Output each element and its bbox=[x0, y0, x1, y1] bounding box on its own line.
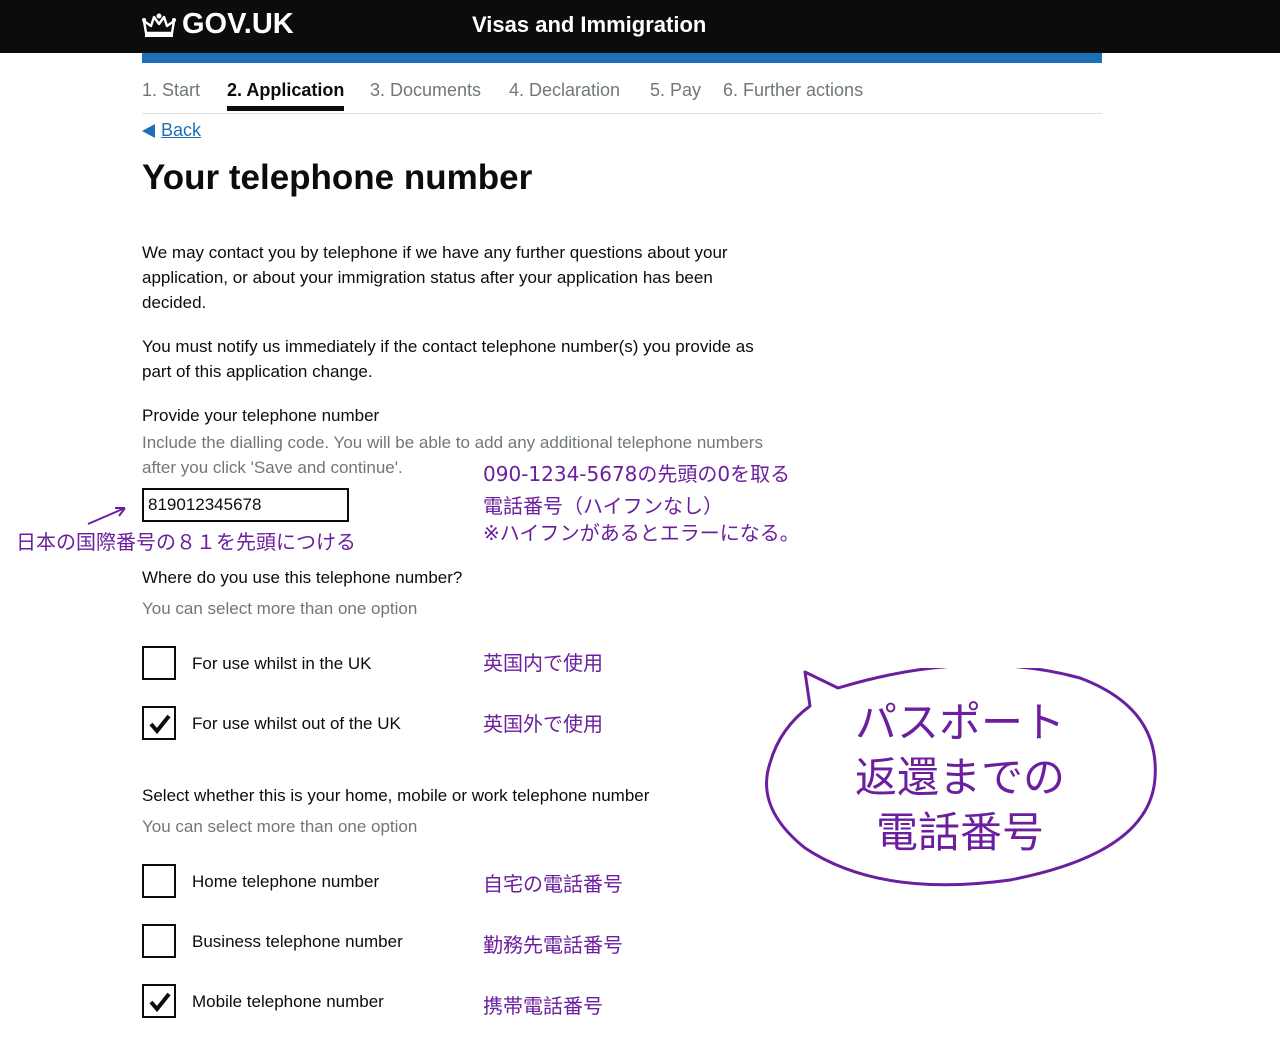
telephone-input-value: 819012345678 bbox=[148, 495, 262, 514]
intro-paragraph-1: We may contact you by telephone if we ha… bbox=[142, 240, 728, 315]
intro-p2-line1: You must notify us immediately if the co… bbox=[142, 337, 754, 356]
step-navigation: 1. Start 2. Application 3. Documents 4. … bbox=[142, 80, 1102, 114]
service-name[interactable]: Visas and Immigration bbox=[472, 12, 706, 38]
checkbox-home[interactable] bbox=[142, 864, 176, 898]
checkbox-in-uk-label[interactable]: For use whilst in the UK bbox=[192, 654, 372, 674]
back-link[interactable]: Back bbox=[142, 120, 201, 141]
phone-field-hint-line1: Include the dialling code. You will be a… bbox=[142, 433, 763, 452]
step-application[interactable]: 2. Application bbox=[227, 80, 345, 111]
crown-icon bbox=[142, 13, 176, 37]
checkbox-mobile[interactable] bbox=[142, 984, 176, 1018]
note-mobile: 携帯電話番号 bbox=[483, 994, 603, 1018]
checkbox-out-of-uk[interactable] bbox=[142, 706, 176, 740]
usage-question-label: Where do you use this telephone number? bbox=[142, 568, 463, 587]
step-start[interactable]: 1. Start bbox=[142, 80, 200, 101]
govuk-logo[interactable]: GOV.UK bbox=[142, 8, 294, 41]
bubble-line2: 返還までの bbox=[854, 753, 1065, 802]
header-blue-bar bbox=[142, 53, 1102, 63]
note-home: 自宅の電話番号 bbox=[483, 872, 623, 896]
number-note-line3: ※ハイフンがあるとエラーになる。 bbox=[483, 521, 800, 545]
type-question-hint: You can select more than one option bbox=[142, 817, 418, 836]
step-declaration: 4. Declaration bbox=[509, 80, 621, 100]
note-in-uk: 英国内で使用 bbox=[483, 651, 603, 675]
type-question-label: Select whether this is your home, mobile… bbox=[142, 786, 650, 805]
bubble-line1: パスポート bbox=[854, 698, 1065, 747]
intro-p1-line1: We may contact you by telephone if we ha… bbox=[142, 243, 728, 262]
step-documents: 3. Documents bbox=[370, 80, 482, 100]
checkbox-home-label[interactable]: Home telephone number bbox=[192, 872, 379, 892]
annotation-arrow-icon bbox=[87, 507, 126, 525]
telephone-input[interactable]: 819012345678 bbox=[142, 488, 349, 522]
checkbox-business-label[interactable]: Business telephone number bbox=[192, 932, 403, 952]
number-note-line2: 電話番号（ハイフンなし） bbox=[483, 494, 723, 518]
intro-p1-line3: decided. bbox=[142, 293, 207, 312]
number-note-line1: 090-1234-5678の先頭の0を取る bbox=[483, 462, 791, 486]
step-pay: 5. Pay bbox=[650, 80, 702, 100]
checkmark-icon bbox=[149, 992, 171, 1013]
checkmark-icon bbox=[149, 714, 171, 735]
phone-field-hint-line2: after you click 'Save and continue'. bbox=[142, 458, 403, 477]
note-business: 勤務先電話番号 bbox=[483, 933, 623, 957]
back-arrow-icon bbox=[142, 123, 155, 138]
intro-p2-line2: part of this application change. bbox=[142, 362, 373, 381]
usage-question-hint: You can select more than one option bbox=[142, 599, 418, 618]
back-label: Back bbox=[161, 120, 202, 140]
intro-paragraph-2: You must notify us immediately if the co… bbox=[142, 334, 754, 384]
govuk-header: GOV.UK Visas and Immigration bbox=[0, 0, 1280, 53]
step-further-actions: 6. Further actions bbox=[723, 80, 864, 100]
page-title: Your telephone number bbox=[142, 158, 533, 197]
checkbox-business[interactable] bbox=[142, 924, 176, 958]
bubble-text: パスポート 返還までの 電話番号 bbox=[820, 695, 1100, 860]
checkbox-out-of-uk-label[interactable]: For use whilst out of the UK bbox=[192, 714, 401, 734]
checkbox-in-uk[interactable] bbox=[142, 646, 176, 680]
phone-field-label: Provide your telephone number bbox=[142, 406, 380, 425]
checkbox-mobile-label[interactable]: Mobile telephone number bbox=[192, 992, 384, 1012]
intro-p1-line2: application, or about your immigration s… bbox=[142, 268, 713, 287]
logo-text: GOV.UK bbox=[182, 8, 294, 40]
bubble-line3: 電話番号 bbox=[875, 808, 1044, 857]
note-out-of-uk: 英国外で使用 bbox=[483, 712, 603, 736]
country-code-note: 日本の国際番号の８１を先頭につける bbox=[16, 530, 356, 554]
